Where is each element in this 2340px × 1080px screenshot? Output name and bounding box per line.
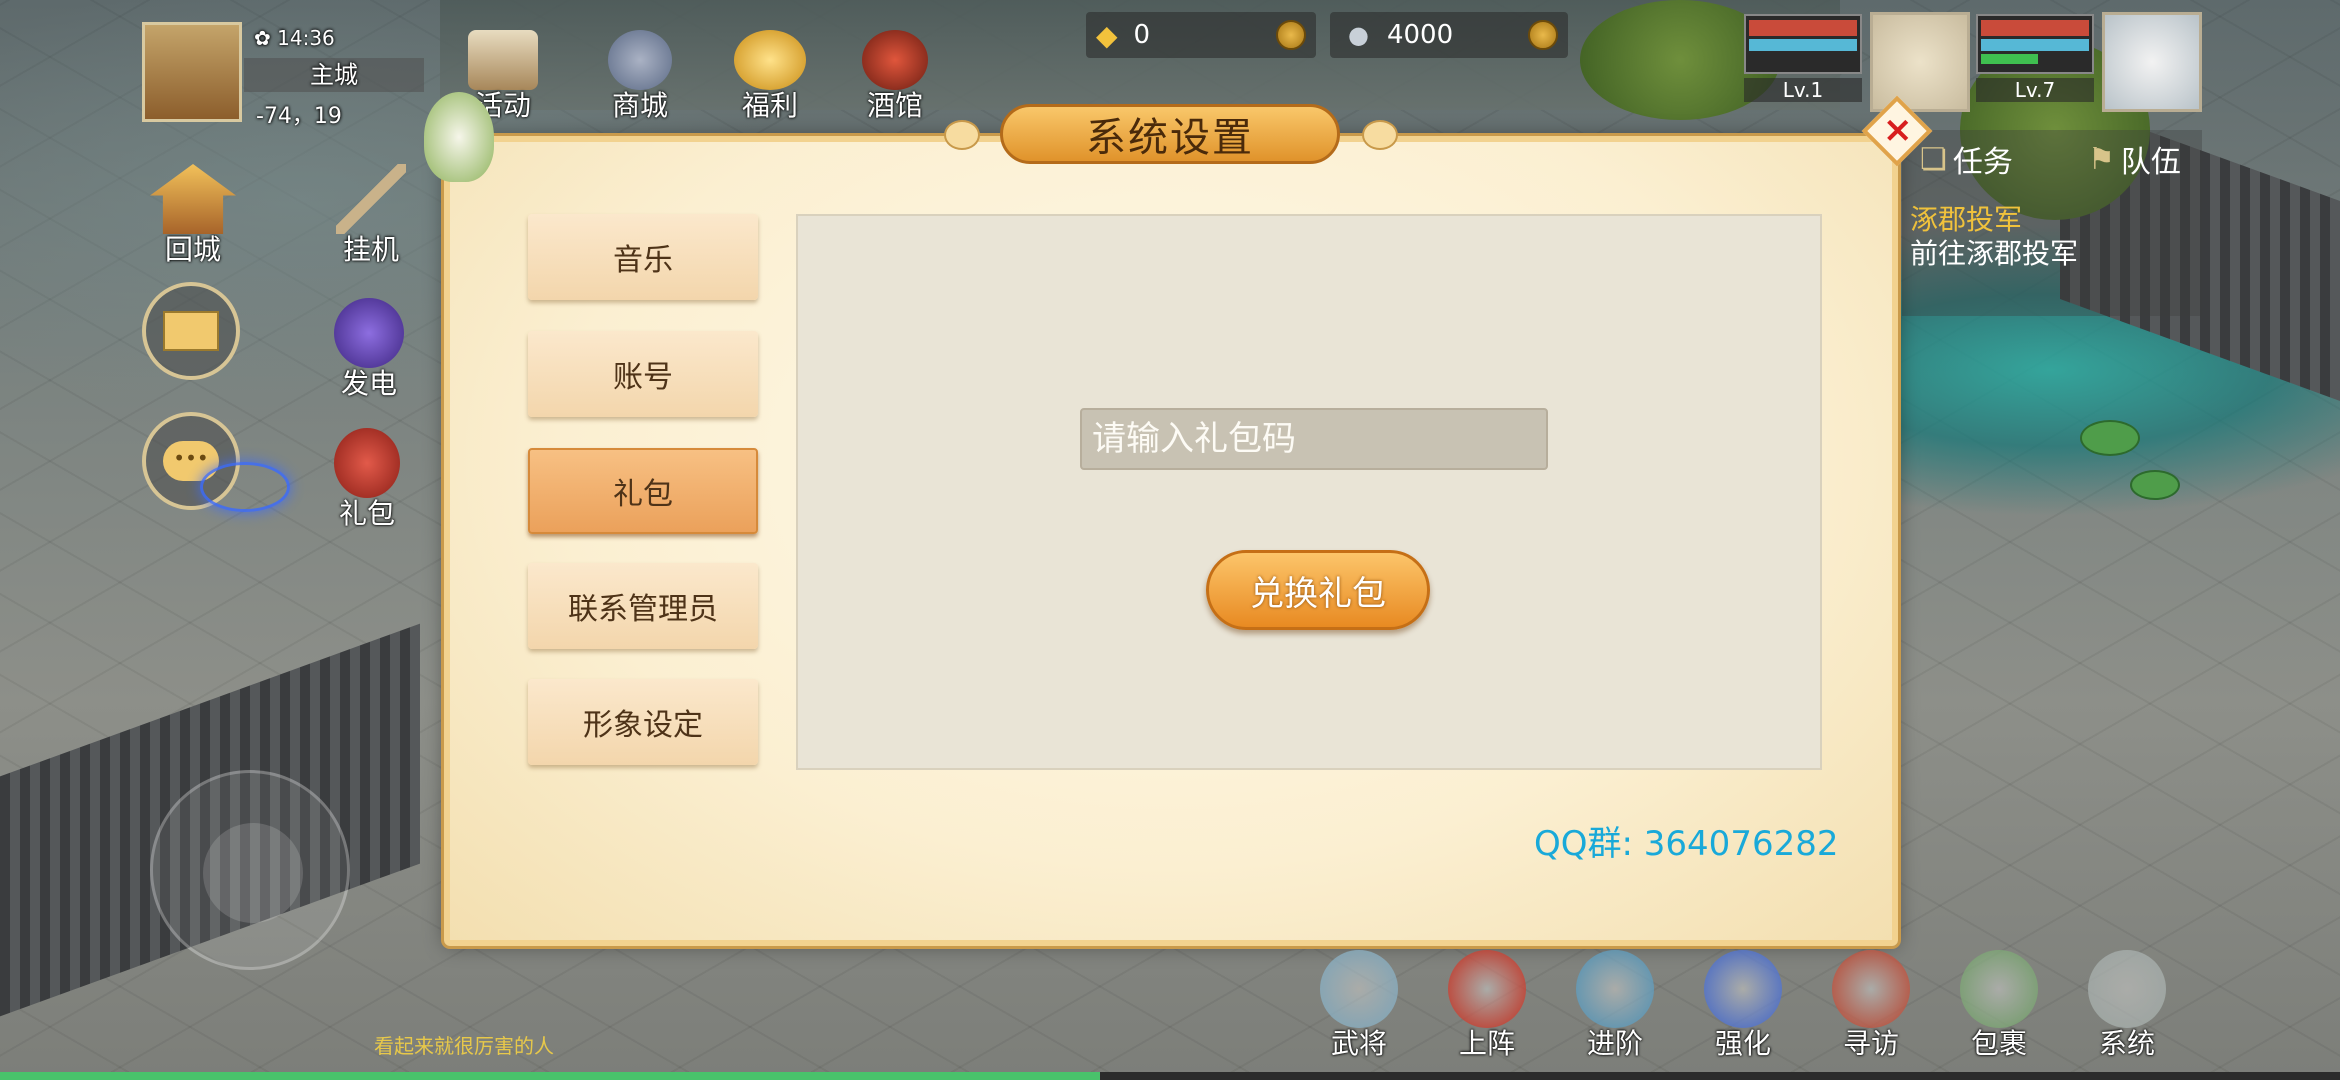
flower-ornament: [424, 92, 494, 182]
lantern-icon: [1832, 950, 1910, 1028]
power-orb-icon: [334, 298, 404, 368]
team-tab[interactable]: ⚑ 队伍: [2088, 134, 2181, 184]
bottom-menu-item[interactable]: 强化: [1704, 950, 1782, 1062]
close-icon: ×: [1882, 109, 1913, 151]
location-name: 主城: [244, 58, 424, 92]
bottom-menu-item[interactable]: 寻访: [1832, 950, 1910, 1062]
bottom-menu-label: 武将: [1330, 1027, 1387, 1060]
bottom-menu-item[interactable]: 武将: [1320, 950, 1398, 1062]
lily-pad: [2130, 470, 2180, 500]
character-caption: 看起来就很厉害的人: [374, 1034, 554, 1058]
tab-gift[interactable]: 礼包: [528, 448, 758, 534]
silver-amount: 4000: [1386, 20, 1454, 50]
auto-battle-label: 挂机: [342, 233, 399, 266]
power-button[interactable]: 发电: [334, 298, 404, 402]
upgrade-icon: [1576, 950, 1654, 1028]
silver-icon: ●: [1348, 21, 1369, 49]
virtual-joystick[interactable]: [150, 770, 350, 970]
plaque-ornament-right: [1362, 120, 1398, 150]
helmet-icon: [1320, 950, 1398, 1028]
task-tab-label: 任务: [1952, 145, 2013, 180]
bottom-menu-label: 系统: [2098, 1027, 2155, 1060]
experience-fill: [0, 1072, 1100, 1080]
gift-pack-label: 礼包: [338, 497, 395, 530]
bottom-menu-label: 寻访: [1842, 1027, 1899, 1060]
gold-currency: ◆ 0: [1086, 12, 1316, 58]
shop-button[interactable]: 商城: [608, 30, 672, 124]
tab-music[interactable]: 音乐: [528, 214, 758, 300]
hero1-level: Lv.1: [1744, 78, 1862, 102]
silver-add-button[interactable]: [1528, 20, 1558, 50]
gold-ingot-icon: ◆: [1096, 18, 1118, 52]
experience-bar: [0, 1072, 2340, 1080]
hero2-status-bars: [1976, 14, 2094, 74]
sword-icon: [336, 164, 406, 234]
silver-currency: ● 4000: [1330, 12, 1568, 58]
palace-icon: [150, 164, 236, 234]
enhance-icon: [1704, 950, 1782, 1028]
teleport-portal: [200, 462, 290, 512]
tab-appearance[interactable]: 形象设定: [528, 679, 758, 765]
mail-icon: [163, 311, 219, 351]
flag-icon: ⚑: [2088, 141, 2115, 177]
return-city-label: 回城: [164, 233, 221, 266]
coordinates: -74，19: [256, 104, 342, 129]
gold-add-button[interactable]: [1276, 20, 1306, 50]
tab-account[interactable]: 账号: [528, 331, 758, 417]
system-gear-icon: [2088, 950, 2166, 1028]
scroll-small-icon: ❏: [1920, 141, 1947, 177]
hero2-level: Lv.7: [1976, 78, 2094, 102]
dialog-title: 系统设置: [1000, 104, 1340, 164]
welfare-label: 福利: [741, 89, 798, 122]
bottom-menu-item[interactable]: 进阶: [1576, 950, 1654, 1062]
bottom-menu-label: 进阶: [1586, 1027, 1643, 1060]
qq-group-label: QQ群: 364076282: [1534, 824, 1839, 864]
bottom-menu-label: 包裹: [1970, 1027, 2027, 1060]
gift-code-input[interactable]: [1080, 408, 1548, 470]
game-scene[interactable]: ✿ 14:36 主城 -74，19 活动 商城 福利 酒馆 ◆ 0 ● 4000…: [0, 0, 2340, 1080]
hero1-status-bars: [1744, 14, 1862, 74]
welfare-button[interactable]: 福利: [734, 30, 806, 124]
joystick-knob[interactable]: [203, 823, 303, 923]
bottom-menu-item[interactable]: 系统: [2088, 950, 2166, 1062]
gift-bag-icon: [334, 428, 400, 498]
gift-pack-button[interactable]: 礼包: [334, 428, 400, 532]
tavern-icon: [862, 30, 928, 90]
bottom-menu-item[interactable]: 上阵: [1448, 950, 1526, 1062]
bottom-menu-label: 上阵: [1458, 1027, 1515, 1060]
gift-content-panel: [796, 214, 1822, 770]
bottom-menu-label: 强化: [1714, 1027, 1771, 1060]
city-avatar[interactable]: [142, 22, 242, 122]
redeem-gift-button[interactable]: 兑换礼包: [1206, 550, 1430, 630]
hero2-card[interactable]: [2102, 12, 2202, 112]
power-label: 发电: [340, 367, 397, 400]
shop-label: 商城: [611, 89, 668, 122]
bottom-menu-item[interactable]: 包裹: [1960, 950, 2038, 1062]
tab-contact-admin[interactable]: 联系管理员: [528, 563, 758, 649]
tavern-button[interactable]: 酒馆: [862, 30, 928, 124]
hero1-card[interactable]: [1870, 12, 1970, 112]
team-tab-label: 队伍: [2120, 145, 2181, 180]
lily-pad: [2080, 420, 2140, 456]
task-tab[interactable]: ❏ 任务: [1920, 134, 2013, 184]
clock-time: 14:36: [277, 26, 335, 50]
coins-icon: [734, 30, 806, 90]
plaque-ornament-left: [944, 120, 980, 150]
flame-sword-icon: [1448, 950, 1526, 1028]
mail-button[interactable]: [142, 282, 240, 380]
auto-battle-button[interactable]: 挂机: [336, 164, 406, 268]
shop-bag-icon: [608, 30, 672, 90]
gold-amount: 0: [1133, 20, 1151, 50]
tavern-label: 酒馆: [866, 89, 923, 122]
bag-icon: [1960, 950, 2038, 1028]
return-city-button[interactable]: 回城: [150, 164, 236, 268]
quest-description[interactable]: 前往涿郡投军: [1910, 232, 2078, 272]
clock: ✿ 14:36: [254, 26, 335, 50]
scroll-icon: [468, 30, 538, 90]
